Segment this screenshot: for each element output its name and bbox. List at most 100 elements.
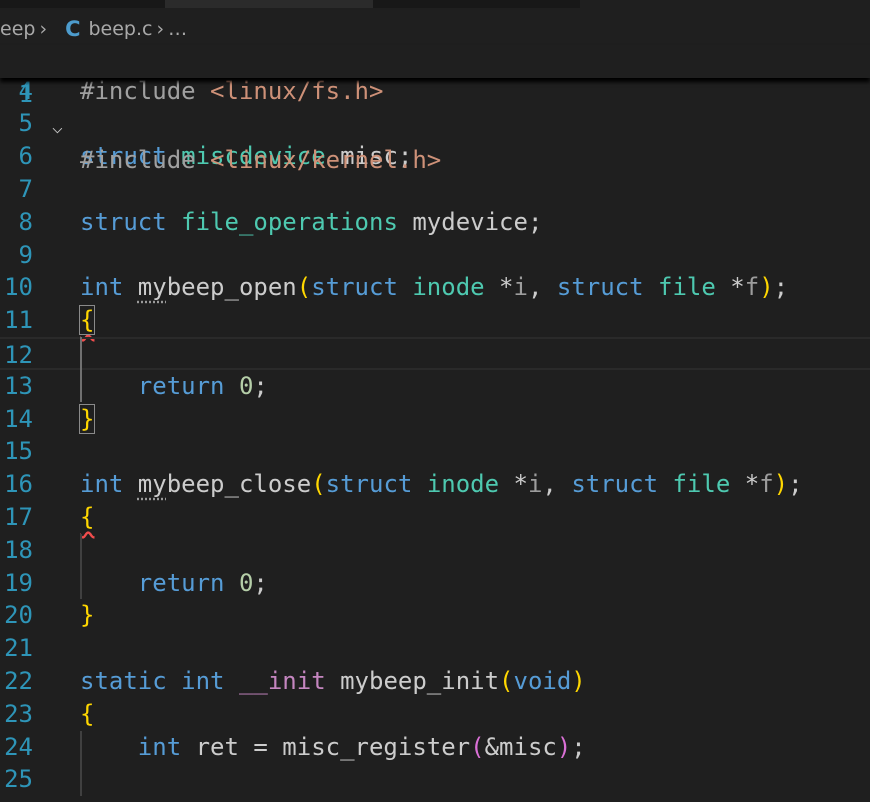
code-token: 0 (238, 568, 254, 597)
code-token: i (513, 273, 528, 302)
code-line[interactable]: 4#include <linux/fs.h> (0, 75, 870, 108)
code-token: struct (571, 470, 673, 499)
code-token: } (80, 601, 95, 630)
code-text: int mybeep_open(struct inode *i, struct … (80, 271, 788, 304)
code-token: beep_open (166, 273, 297, 302)
code-token: struct (325, 470, 427, 499)
code-token: <linux/kernel.h> (210, 146, 442, 174)
line-number: 14 (4, 404, 33, 433)
code-editor[interactable]: 1 ⌵ #include <linux/kernel.h> 4#include … (0, 45, 870, 802)
code-token: return (137, 568, 239, 597)
line-number: 12 (4, 340, 33, 369)
fold-chevron-icon[interactable]: ⌵ (52, 111, 63, 144)
line-number: 20 (4, 601, 33, 630)
code-text: int ret = misc_register(&misc); (80, 731, 586, 764)
breadcrumb-file[interactable]: beep.c (88, 18, 152, 40)
tab-bar (0, 0, 870, 8)
chevron-right-icon: › (156, 18, 165, 40)
code-token: int (181, 666, 239, 695)
code-token: i (527, 470, 543, 499)
code-line[interactable]: 16 int mybeep_close(struct inode *i, stru… (0, 468, 870, 501)
sticky-scroll-line[interactable]: 1 ⌵ #include <linux/kernel.h> (0, 45, 870, 174)
code-token: f (759, 470, 774, 499)
editor-tab[interactable] (165, 0, 373, 8)
code-line[interactable]: 14} (0, 403, 870, 436)
code-line[interactable]: 5 (0, 107, 870, 140)
code-text: static int __init mybeep_init(void) (80, 665, 586, 698)
code-text: { (80, 698, 94, 731)
line-number: 16 (4, 470, 33, 499)
line-number: 8 (18, 207, 33, 236)
code-line[interactable]: 17 { (0, 501, 870, 534)
code-token: void (513, 666, 572, 695)
code-token: { (80, 502, 95, 531)
code-line[interactable]: 12 (0, 336, 870, 370)
code-token: * (715, 273, 745, 302)
line-number: 11 (4, 306, 33, 335)
code-line[interactable]: 13 return 0; (0, 370, 870, 403)
code-token: ( (311, 470, 326, 499)
line-number: 1 (18, 80, 33, 108)
line-number: 25 (4, 765, 33, 794)
code-line[interactable]: 19 return 0; (0, 567, 870, 600)
code-token: my (137, 273, 167, 302)
code-line[interactable]: 20} (0, 599, 870, 632)
line-number: 9 (18, 240, 33, 269)
code-token: __init (238, 666, 326, 695)
code-token: * (730, 470, 760, 499)
code-line[interactable]: 9 (0, 239, 870, 272)
code-text: { (80, 501, 94, 534)
code-line[interactable]: 21 (0, 632, 870, 665)
breadcrumb-folder[interactable]: eep (0, 18, 35, 40)
code-token: , (542, 470, 572, 499)
code-token: #include (80, 76, 211, 105)
breadcrumb-symbols[interactable]: … (168, 18, 187, 40)
line-number: 17 (4, 502, 33, 531)
line-number: 15 (4, 437, 33, 466)
code-token: 0 (238, 371, 254, 400)
line-number: 21 (4, 634, 33, 663)
code-token: { (80, 699, 95, 728)
code-token: ret = misc_register (195, 732, 471, 761)
code-token: ( (470, 732, 485, 761)
code-line[interactable]: 8 struct file_operations mydevice; (0, 206, 870, 239)
code-token: mybeep_init (325, 666, 500, 695)
code-token: file (658, 273, 716, 302)
code-token: inode (426, 470, 500, 499)
code-token: struct (311, 273, 413, 302)
code-token: return (137, 371, 239, 400)
code-line[interactable]: 23 { (0, 698, 870, 731)
code-token: ) (773, 470, 789, 499)
chevron-right-icon: › (39, 18, 48, 40)
code-text: } (80, 599, 94, 632)
code-line[interactable]: 22 static int __init mybeep_init(void) (0, 665, 870, 698)
code-token: <linux/fs.h> (210, 76, 384, 105)
code-line[interactable]: 7 (0, 173, 870, 206)
code-token: int (80, 273, 138, 302)
code-line[interactable]: 18 (0, 534, 870, 567)
code-line[interactable]: 24 int ret = misc_register(&misc); (0, 731, 870, 764)
code-line[interactable]: 11 { (0, 304, 870, 337)
code-line[interactable]: 25 (0, 763, 870, 796)
editor-tab[interactable] (580, 0, 870, 8)
code-token: f (744, 273, 760, 302)
code-line[interactable]: 10 int mybeep_open(struct inode *i, struc… (0, 271, 870, 304)
c-file-icon: C (65, 17, 81, 41)
code-token: beep_close (166, 470, 312, 499)
code-token: } (78, 403, 96, 434)
code-token: mydevice; (397, 207, 543, 236)
indent-guide (80, 336, 82, 403)
code-token: ; (571, 732, 586, 761)
line-number: 18 (4, 535, 33, 564)
code-line[interactable]: 15 (0, 435, 870, 468)
code-token: ; (788, 470, 803, 499)
code-text: { (78, 304, 96, 337)
code-token: struct (556, 273, 659, 302)
code-token: { (78, 305, 96, 336)
code-text: return 0; (80, 370, 268, 403)
code-text: return 0; (80, 567, 268, 600)
breadcrumb: eep › C beep.c › … (0, 14, 187, 44)
